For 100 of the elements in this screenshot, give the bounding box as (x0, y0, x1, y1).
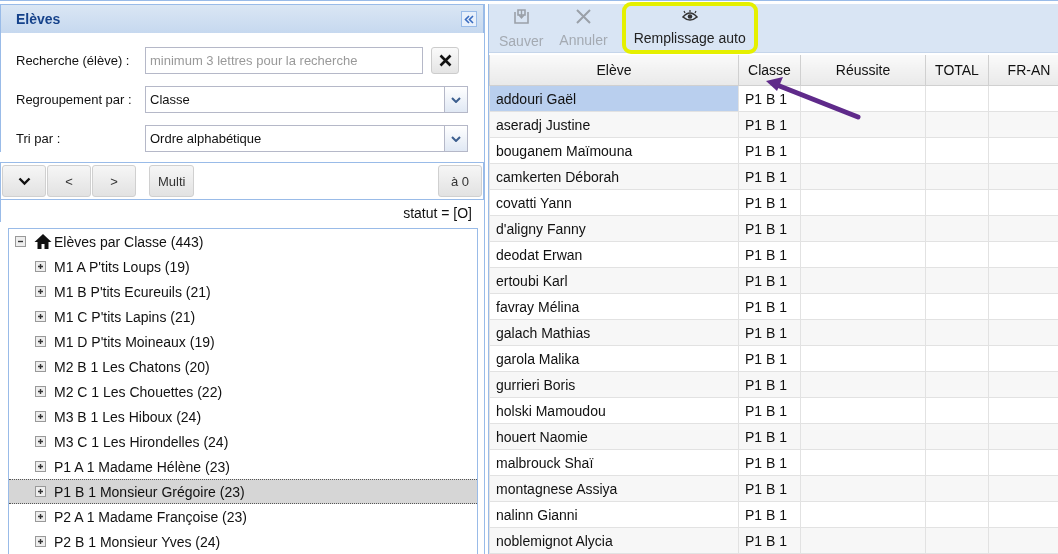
tree-item[interactable]: P1 A 1 Madame Hélène (23) (9, 454, 477, 479)
tree-item[interactable]: P1 B 1 Monsieur Grégoire (23) (9, 479, 477, 504)
table-row[interactable]: ertoubi Karl P1 B 1 (489, 267, 1058, 294)
table-row[interactable]: covatti Yann P1 B 1 (489, 189, 1058, 216)
table-cell: garola Malika (489, 345, 739, 372)
expand-icon[interactable] (35, 486, 46, 497)
tree-item[interactable]: P2 B 1 Monsieur Yves (24) (9, 529, 477, 554)
close-icon (438, 54, 452, 67)
table-cell: P1 B 1 (738, 137, 801, 164)
table-cell: P1 B 1 (738, 475, 801, 502)
collapse-button[interactable] (461, 11, 477, 27)
table-cell: P1 B 1 (738, 215, 801, 242)
table-row[interactable]: nalinn Gianni P1 B 1 (489, 501, 1058, 528)
expand-icon[interactable] (35, 411, 46, 422)
table-row[interactable]: gurrieri Boris P1 B 1 (489, 371, 1058, 398)
search-field[interactable]: minimum 3 lettres pour la recherche (145, 47, 423, 74)
table-row[interactable]: aseradj Justine P1 B 1 (489, 111, 1058, 138)
column-header[interactable]: Réussite (800, 55, 926, 86)
table-cell: P1 B 1 (738, 345, 801, 372)
table-row[interactable]: deodat Erwan P1 B 1 (489, 241, 1058, 268)
chevron-icon (17, 176, 31, 186)
toolbar-button[interactable]: > (92, 165, 136, 197)
expand-icon[interactable] (35, 261, 46, 272)
column-header[interactable]: Classe (738, 55, 801, 86)
table-cell: houert Naomie (489, 423, 739, 450)
column-header[interactable]: Elève (489, 55, 739, 86)
tree-item[interactable]: M2 C 1 Les Chouettes (22) (9, 379, 477, 404)
table-cell: P1 B 1 (738, 423, 801, 450)
table-cell: aseradj Justine (489, 111, 739, 138)
close-icon (576, 8, 591, 24)
status-text: statut = [O] (403, 205, 472, 221)
expand-icon[interactable] (35, 336, 46, 347)
table-row[interactable]: favray Mélina P1 B 1 (489, 293, 1058, 320)
expand-icon[interactable] (35, 361, 46, 372)
tree-item[interactable]: Elèves par Classe (443) (54, 233, 204, 250)
table-cell: P1 B 1 (738, 319, 801, 346)
clear-button[interactable] (431, 47, 459, 74)
table-cell: P1 B 1 (738, 449, 801, 476)
expand-all-button[interactable] (2, 165, 46, 197)
table-row[interactable]: d'aligny Fanny P1 B 1 (489, 215, 1058, 242)
table-cell: nalinn Gianni (489, 501, 739, 528)
table-row[interactable]: noblemignot Alycia P1 B 1 (489, 527, 1058, 554)
table-cell: P1 B 1 (738, 267, 801, 294)
caret-icon (451, 135, 461, 142)
table-cell: P1 B 1 (738, 293, 801, 320)
tree-item[interactable]: M1 C P'tits Lapins (21) (9, 304, 477, 329)
sort-label: Tri par : (16, 131, 62, 146)
table-cell: P1 B 1 (738, 397, 801, 424)
table-row[interactable]: addouri Gaël P1 B 1 (489, 85, 1058, 112)
caret-icon (451, 96, 461, 103)
toolbar-button[interactable]: à 0 (438, 165, 482, 197)
collapse-icon[interactable] (15, 236, 26, 247)
expand-icon[interactable] (35, 436, 46, 447)
table-cell: P1 B 1 (738, 501, 801, 528)
tree-item[interactable]: M3 C 1 Les Hirondelles (24) (9, 429, 477, 454)
table-row[interactable]: malbrouck Shaï P1 B 1 (489, 449, 1058, 476)
home-icon (34, 233, 52, 250)
table-row[interactable]: garola Malika P1 B 1 (489, 345, 1058, 372)
table-row[interactable]: bouganem Maïmouna P1 B 1 (489, 137, 1058, 164)
tree-item[interactable]: P2 A 1 Madame Françoise (23) (9, 504, 477, 529)
table-cell: addouri Gaël (489, 85, 739, 112)
table-cell: P1 B 1 (738, 241, 801, 268)
table-cell: deodat Erwan (489, 241, 739, 268)
table-cell: montagnese Assiya (489, 475, 739, 502)
table-row[interactable]: camkerten Déborah P1 B 1 (489, 163, 1058, 190)
table-cell: covatti Yann (489, 189, 739, 216)
table-cell: P1 B 1 (738, 371, 801, 398)
table-cell: galach Mathias (489, 319, 739, 346)
table-cell: gurrieri Boris (489, 371, 739, 398)
sort-dropdown[interactable]: Ordre alphabétique (145, 125, 468, 152)
tree-item[interactable]: M2 B 1 Les Chatons (20) (9, 354, 477, 379)
column-header[interactable]: TOTAL (925, 55, 989, 86)
toolbar-button[interactable]: Remplissage auto (623, 4, 756, 52)
expand-icon[interactable] (35, 286, 46, 297)
expand-icon[interactable] (35, 311, 46, 322)
expand-icon[interactable] (35, 511, 46, 522)
table-row[interactable]: galach Mathias P1 B 1 (489, 319, 1058, 346)
panel-title: Elèves (16, 11, 61, 27)
toolbar-button[interactable]: < (47, 165, 91, 197)
expand-icon[interactable] (35, 386, 46, 397)
toolbar-button[interactable]: Multi (149, 165, 195, 197)
column-header[interactable]: FR-AN (988, 55, 1058, 86)
tree-item[interactable]: M1 D P'tits Moineaux (19) (9, 329, 477, 354)
table-cell: P1 B 1 (738, 163, 801, 190)
table-row[interactable]: houert Naomie P1 B 1 (489, 423, 1058, 450)
expand-icon[interactable] (35, 536, 46, 547)
tree-item[interactable]: M1 A P'tits Loups (19) (9, 254, 477, 279)
table-row[interactable]: holski Mamoudou P1 B 1 (489, 397, 1058, 424)
tree-item[interactable]: M3 B 1 Les Hiboux (24) (9, 404, 477, 429)
table-cell: ertoubi Karl (489, 267, 739, 294)
table-cell: malbrouck Shaï (489, 449, 739, 476)
table-cell: noblemignot Alycia (489, 527, 739, 554)
expand-icon[interactable] (35, 461, 46, 472)
table-cell: P1 B 1 (738, 111, 801, 138)
table-cell: favray Mélina (489, 293, 739, 320)
tree-item[interactable]: M1 B P'tits Ecureuils (21) (9, 279, 477, 304)
save-icon (512, 7, 530, 25)
table-cell: P1 B 1 (738, 189, 801, 216)
table-row[interactable]: montagnese Assiya P1 B 1 (489, 475, 1058, 502)
grouping-dropdown[interactable]: Classe (145, 86, 468, 113)
